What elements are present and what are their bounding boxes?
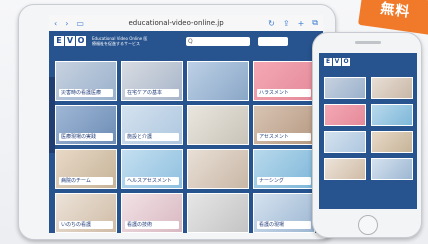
video-card[interactable]: [324, 77, 366, 99]
video-card[interactable]: [324, 104, 366, 126]
video-card[interactable]: 在宅ケアの基本: [121, 61, 183, 101]
video-card[interactable]: 病院のチーム: [55, 149, 117, 189]
video-card[interactable]: 看護の技術: [121, 193, 183, 233]
video-card[interactable]: アセスメント: [253, 105, 315, 145]
video-card-caption: 看護の技術: [125, 221, 179, 229]
mobile-site-header: E V O: [319, 53, 417, 71]
browser-toolbar: ‹ › ▭ educational-video-online.jp ↻ ⇪ + …: [49, 15, 323, 31]
site-tagline: Educational Video Online 医療福祉を促進するサービス: [92, 36, 148, 46]
video-card[interactable]: [371, 131, 413, 153]
site-header: E V O Educational Video Online 医療福祉を促進する…: [49, 31, 323, 51]
video-card-caption: 施設と介護: [125, 133, 179, 141]
home-button[interactable]: [358, 215, 378, 235]
video-card-caption: 看護の現場: [257, 221, 311, 229]
video-card-caption: 医療現場の実践: [59, 133, 113, 141]
forward-icon[interactable]: ›: [65, 19, 68, 28]
video-card-caption: 災害時の看護医療: [59, 89, 113, 97]
video-card[interactable]: [187, 61, 249, 101]
video-card[interactable]: [371, 104, 413, 126]
video-card[interactable]: ハラスメント: [253, 61, 315, 101]
video-card-caption: アセスメント: [257, 133, 311, 141]
video-card[interactable]: [324, 131, 366, 153]
tabs-icon[interactable]: ⧉: [312, 18, 318, 28]
evo-logo-mobile[interactable]: E V O: [324, 58, 350, 66]
back-icon[interactable]: ‹: [54, 19, 57, 28]
video-card[interactable]: [187, 193, 249, 233]
video-card[interactable]: ナーシング: [253, 149, 315, 189]
iphone-screen: E V O: [319, 53, 417, 209]
ipad-device: ‹ › ▭ educational-video-online.jp ↻ ⇪ + …: [18, 4, 336, 240]
reload-icon[interactable]: ↻: [268, 19, 275, 28]
video-card[interactable]: いのちの看護: [55, 193, 117, 233]
video-card[interactable]: 災害時の看護医療: [55, 61, 117, 101]
evo-logo[interactable]: E V O: [54, 36, 86, 46]
speaker: [355, 41, 381, 44]
address-bar[interactable]: educational-video-online.jp: [92, 19, 260, 27]
video-card[interactable]: [324, 158, 366, 180]
video-card-caption: ハラスメント: [257, 89, 311, 97]
mobile-video-grid: [324, 77, 413, 180]
video-card[interactable]: 施設と介護: [121, 105, 183, 145]
video-card-caption: ナーシング: [257, 177, 311, 185]
share-icon[interactable]: ⇪: [283, 19, 290, 28]
video-card-caption: 在宅ケアの基本: [125, 89, 179, 97]
video-card-caption: いのちの看護: [59, 221, 113, 229]
video-card[interactable]: ヘルスアセスメント: [121, 149, 183, 189]
video-card[interactable]: [187, 149, 249, 189]
video-card[interactable]: 看護の現場: [253, 193, 315, 233]
iphone-device: E V O: [312, 32, 422, 238]
category-dropdown[interactable]: [258, 36, 288, 46]
bookmarks-icon[interactable]: ▭: [76, 19, 84, 28]
free-badge: 無料: [357, 0, 428, 35]
video-card-caption: ヘルスアセスメント: [125, 177, 179, 185]
video-card[interactable]: 医療現場の実践: [55, 105, 117, 145]
new-tab-icon[interactable]: +: [298, 19, 305, 28]
video-card-caption: 病院のチーム: [59, 177, 113, 185]
video-grid: 災害時の看護医療 在宅ケアの基本 ハラスメント医療現場の実践 施設と介護 アセスメント病…: [55, 61, 315, 233]
video-card[interactable]: [371, 158, 413, 180]
video-card[interactable]: [371, 77, 413, 99]
ipad-screen: ‹ › ▭ educational-video-online.jp ↻ ⇪ + …: [49, 15, 323, 233]
search-input[interactable]: Q: [186, 36, 250, 46]
video-card[interactable]: [187, 105, 249, 145]
